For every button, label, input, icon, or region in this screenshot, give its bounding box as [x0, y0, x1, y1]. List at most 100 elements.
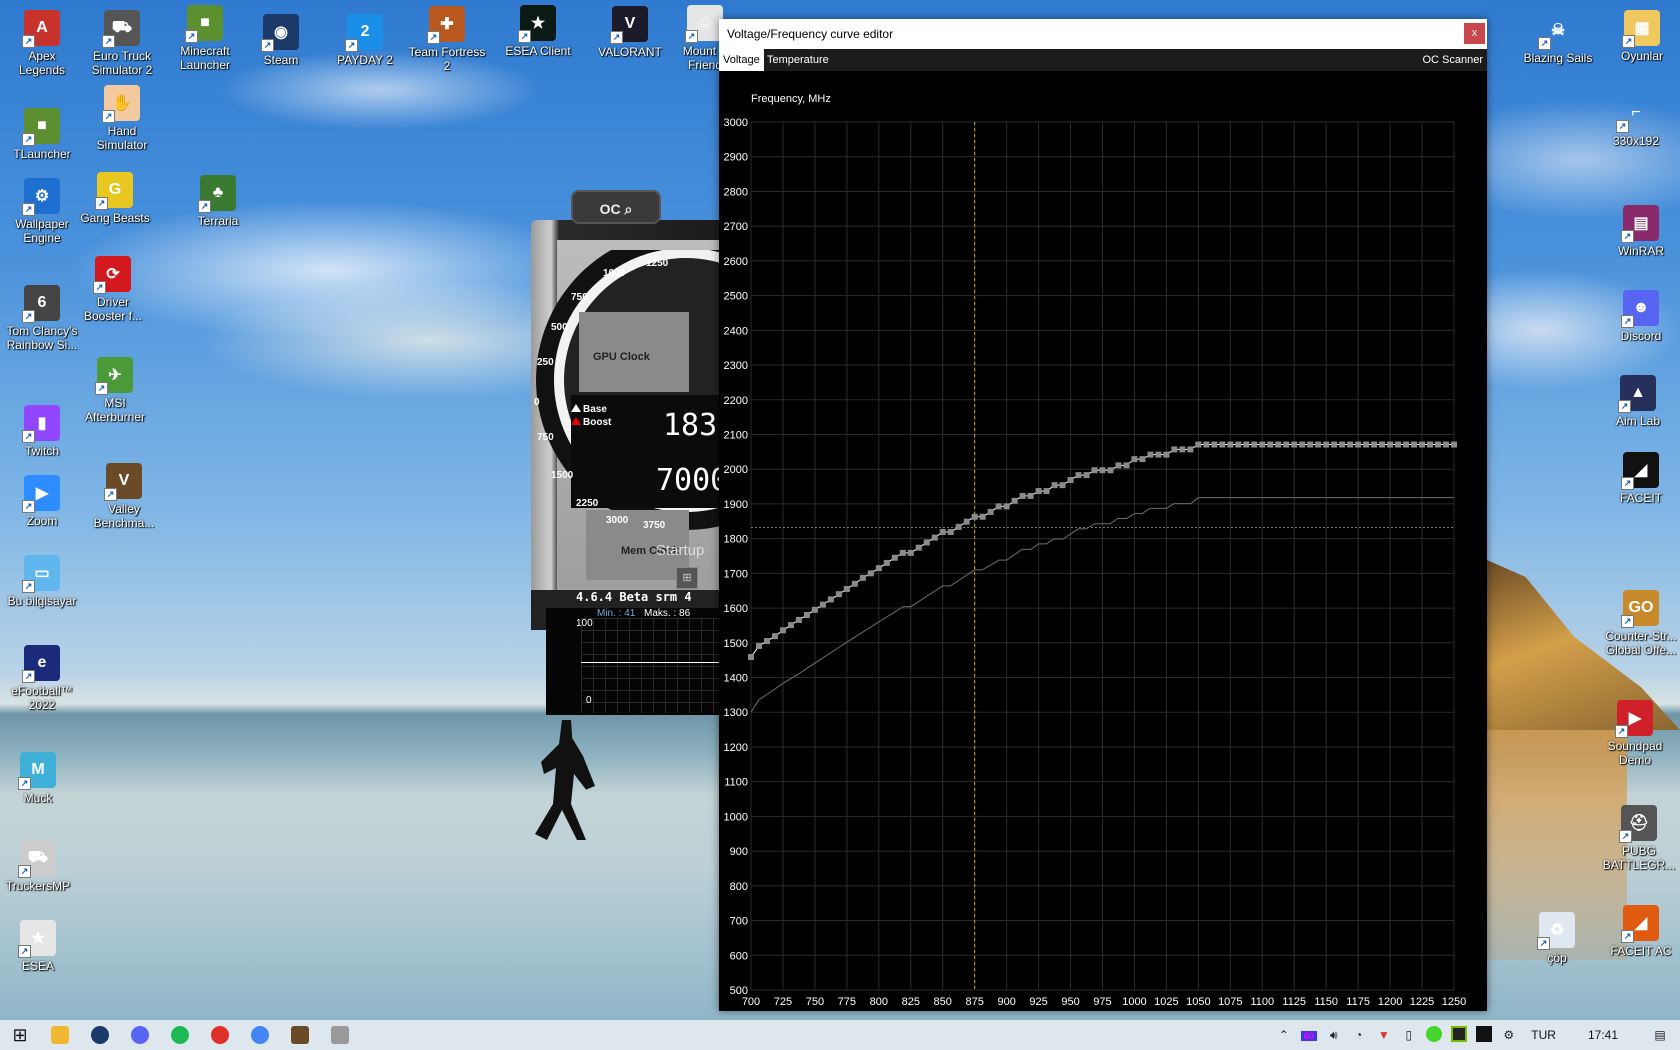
msi-afterburner-window[interactable]: 1250 1000 750 500 250 0 750 1500 2250 30…	[531, 190, 731, 715]
curve-point[interactable]	[1227, 441, 1234, 448]
curve-point[interactable]	[1275, 441, 1282, 448]
curve-point[interactable]	[851, 580, 858, 587]
curve-point[interactable]	[835, 591, 842, 598]
curve-point[interactable]	[875, 565, 882, 572]
fps-monitor-icon[interactable]: 60	[1296, 1028, 1321, 1042]
vpn-icon[interactable]: ▼	[1371, 1028, 1396, 1042]
curve-point[interactable]	[1115, 462, 1122, 469]
curve-point[interactable]	[1235, 441, 1242, 448]
usb-icon[interactable]: ▯	[1396, 1028, 1421, 1042]
curve-point[interactable]	[1099, 467, 1106, 474]
curve-point[interactable]	[1043, 488, 1050, 495]
curve-point[interactable]	[1243, 441, 1250, 448]
curve-point[interactable]	[779, 627, 786, 634]
desktop-icon[interactable]: ☻ ↗ Discord	[1599, 290, 1680, 343]
desktop-icon[interactable]: ⛟ ↗ Euro Truck Simulator 2	[80, 10, 164, 77]
curve-point[interactable]	[1403, 441, 1410, 448]
desktop-icon[interactable]: e ↗ eFootball™ 2022	[0, 645, 84, 712]
curve-point[interactable]	[1171, 446, 1178, 453]
curve-point[interactable]	[1059, 482, 1066, 489]
desktop-icon[interactable]: ▭ ↗ Bu bilgisayar	[0, 555, 84, 608]
curve-point[interactable]	[1027, 492, 1034, 499]
taskbar-app[interactable]	[280, 1020, 320, 1050]
taskbar-app[interactable]	[320, 1020, 360, 1050]
curve-point[interactable]	[859, 574, 866, 581]
desktop-icon[interactable]: ♣ ↗ Terraria	[176, 175, 260, 228]
curve-point[interactable]	[1371, 441, 1378, 448]
curve-point[interactable]	[1195, 441, 1202, 448]
curve-point[interactable]	[1203, 441, 1210, 448]
curve-point[interactable]	[803, 612, 810, 619]
desktop-icon[interactable]: V ↗ VALORANT	[588, 6, 672, 59]
curve-point[interactable]	[1139, 456, 1146, 463]
curve-point[interactable]	[971, 513, 978, 520]
curve-point[interactable]	[771, 633, 778, 640]
curve-point[interactable]	[1003, 503, 1010, 510]
curve-point[interactable]	[1211, 441, 1218, 448]
curve-point[interactable]	[1019, 492, 1026, 499]
taskbar-app[interactable]	[160, 1020, 200, 1050]
desktop-icon[interactable]: ♻ ↗ çöp	[1515, 912, 1599, 965]
curve-point[interactable]	[987, 508, 994, 515]
curve-point[interactable]	[979, 513, 986, 520]
curve-point[interactable]	[1411, 441, 1418, 448]
curve-point[interactable]	[1035, 488, 1042, 495]
curve-point[interactable]	[1443, 441, 1450, 448]
curve-point[interactable]	[1283, 441, 1290, 448]
taskbar-app[interactable]	[240, 1020, 280, 1050]
curve-point[interactable]	[1051, 482, 1058, 489]
desktop-icon[interactable]: ★ ↗ ESEA	[0, 920, 80, 973]
desktop-icon[interactable]: ◢ ↗ FACEIT AC	[1599, 905, 1680, 958]
aorus-icon[interactable]	[1471, 1025, 1496, 1045]
steelseries-icon[interactable]: ⚙	[1496, 1028, 1521, 1042]
curve-point[interactable]	[915, 544, 922, 551]
vf-curve-chart[interactable]: 700 725 750 775 800 825 850 875 900 925 950 975 1000…	[719, 71, 1487, 1011]
language-indicator[interactable]: TUR	[1521, 1028, 1566, 1042]
desktop-icon[interactable]: ★ ↗ ESEA Client	[496, 5, 580, 58]
curve-point[interactable]	[1011, 497, 1018, 504]
curve-point[interactable]	[1451, 441, 1457, 448]
close-button[interactable]: x	[1464, 23, 1485, 44]
curve-point[interactable]	[787, 622, 794, 629]
curve-point[interactable]	[947, 529, 954, 536]
curve-point[interactable]	[891, 554, 898, 561]
curve-point[interactable]	[939, 529, 946, 536]
volume-icon[interactable]: 🔊︎	[1321, 1028, 1346, 1043]
desktop-icon[interactable]: ✋ ↗ Hand Simulator	[80, 85, 164, 152]
desktop-icon[interactable]: ⟳ ↗ Driver Booster f...	[71, 256, 155, 323]
curve-point[interactable]	[1291, 441, 1298, 448]
curve-point[interactable]	[1187, 446, 1194, 453]
curve-point[interactable]	[1123, 462, 1130, 469]
desktop-icon[interactable]: ▶ ↗ Zoom	[0, 475, 84, 528]
curve-point[interactable]	[763, 638, 770, 645]
curve-point[interactable]	[1419, 441, 1426, 448]
curve-point[interactable]	[1083, 472, 1090, 479]
taskbar-app[interactable]: ⊞	[0, 1020, 40, 1050]
taskbar-app[interactable]	[200, 1020, 240, 1050]
curve-point[interactable]	[819, 601, 826, 608]
curve-point[interactable]	[1267, 441, 1274, 448]
oc-scanner-button[interactable]: OC Scanner	[1422, 49, 1483, 71]
curve-point[interactable]	[1331, 441, 1338, 448]
desktop-icon[interactable]: GO ↗ Counter-Str... Global Offe...	[1599, 590, 1680, 657]
desktop-icon[interactable]: A ↗ Apex Legends	[0, 10, 84, 77]
curve-point[interactable]	[1219, 441, 1226, 448]
desktop-icon[interactable]: ◉ ↗ Steam	[239, 14, 323, 67]
curve-point[interactable]	[1355, 441, 1362, 448]
taskbar-app[interactable]	[40, 1020, 80, 1050]
curve-point[interactable]	[1067, 476, 1074, 483]
desktop-icon[interactable]: M ↗ Muck	[0, 752, 80, 805]
desktop-icon[interactable]: ◢ ↗ FACEIT	[1599, 452, 1680, 505]
curve-point[interactable]	[1107, 467, 1114, 474]
desktop-icon[interactable]: G ↗ Gang Beasts	[73, 172, 157, 225]
curve-point[interactable]	[931, 534, 938, 541]
curve-point[interactable]	[1147, 451, 1154, 458]
razer-icon[interactable]	[1421, 1025, 1446, 1045]
curve-point[interactable]	[1259, 441, 1266, 448]
desktop-icon[interactable]: ⌐ ↗ 330x192	[1594, 95, 1678, 148]
nvidia-icon[interactable]	[1446, 1025, 1471, 1045]
desktop-icon[interactable]: ▲ ↗ Aim Lab	[1596, 375, 1680, 428]
curve-point[interactable]	[755, 642, 762, 649]
curve-point[interactable]	[1363, 441, 1370, 448]
wifi-icon[interactable]: ◔	[1346, 1028, 1371, 1042]
